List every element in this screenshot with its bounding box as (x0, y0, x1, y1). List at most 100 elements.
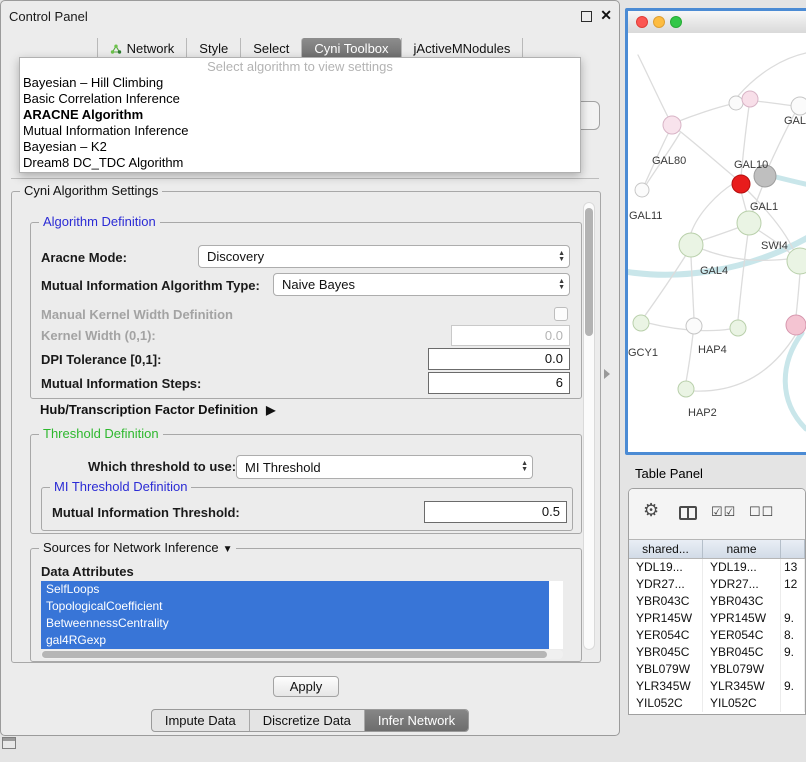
table-cell: YDL19... (629, 559, 703, 576)
data-attribute-gal4rgexp[interactable]: gal4RGexp (41, 632, 549, 649)
which-threshold-select[interactable]: MI Threshold ▲▼ (236, 455, 533, 479)
network-edge[interactable] (756, 101, 794, 106)
table-row[interactable]: YPR145WYPR145W9. (629, 610, 805, 627)
network-node[interactable] (635, 183, 649, 197)
tab-select[interactable]: Select (240, 38, 301, 59)
mi-steps-field[interactable]: 6 (428, 372, 570, 394)
algorithm-option-mutual-information-inference[interactable]: Mutual Information Inference (20, 123, 580, 139)
kernel-width-field[interactable]: 0.0 (451, 325, 570, 346)
algorithm-option-aracne-algorithm[interactable]: ARACNE Algorithm (20, 107, 580, 123)
float-window-icon[interactable] (581, 11, 592, 22)
network-edge[interactable] (785, 333, 806, 429)
algorithm-option-basic-correlation-inference[interactable]: Basic Correlation Inference (20, 91, 580, 107)
mi-algorithm-type-select[interactable]: Naive Bayes ▲▼ (273, 273, 570, 296)
network-edge[interactable] (796, 273, 800, 316)
data-attribute-selfloops[interactable]: SelfLoops (41, 581, 549, 598)
dpi-tolerance-field[interactable]: 0.0 (428, 348, 570, 370)
network-edge[interactable] (674, 104, 732, 123)
column-header-name[interactable]: name (703, 540, 781, 558)
data-attribute-topologicalcoefficient[interactable]: TopologicalCoefficient (41, 598, 549, 615)
settings-scrollbar-thumb[interactable] (585, 208, 593, 336)
bottom-tab-impute-data[interactable]: Impute Data (152, 710, 249, 731)
tab-label: Cyni Toolbox (314, 41, 388, 56)
network-node-gal10[interactable] (732, 175, 750, 193)
network-edge[interactable] (738, 233, 748, 320)
network-edge[interactable] (691, 257, 694, 319)
deselect-all-checkboxes-icon[interactable]: ☐☐ (749, 504, 774, 520)
network-window-titlebar[interactable] (628, 11, 806, 34)
network-node-gcy1[interactable] (633, 315, 649, 331)
window-title: Control Panel (9, 9, 88, 24)
network-node-hap2[interactable] (678, 381, 694, 397)
column-header-shared[interactable]: shared... (629, 540, 703, 558)
network-edge[interactable] (672, 125, 738, 180)
close-icon[interactable]: ✕ (600, 7, 612, 24)
threshold-definition-legend: Threshold Definition (39, 426, 163, 441)
table-row[interactable]: YIL052CYIL052C (629, 695, 805, 712)
network-edge[interactable] (686, 334, 693, 382)
network-node[interactable] (786, 315, 806, 335)
manual-kernel-checkbox[interactable] (554, 307, 568, 321)
table-body: YDL19...YDL19...13YDR27...YDR27...12YBR0… (629, 559, 805, 714)
network-node-gal1[interactable] (737, 211, 761, 235)
columns-icon[interactable] (679, 506, 697, 520)
table-row[interactable]: YDR27...YDR27...12 (629, 576, 805, 593)
tab-network[interactable]: Network (97, 38, 187, 59)
network-canvas[interactable]: GAL80GAL10GAL11GAL1SWI4GAL4GCY1HAP4HAP2G… (628, 33, 806, 452)
docked-panel-icon[interactable] (2, 737, 16, 749)
network-edge[interactable] (644, 255, 686, 317)
bottom-tab-segment: Impute DataDiscretize DataInfer Network (151, 709, 469, 732)
sources-legend[interactable]: Sources for Network Inference▼ (39, 540, 236, 555)
network-node[interactable] (730, 320, 746, 336)
table-cell: YDL19... (703, 559, 781, 576)
panel-splitter-handle[interactable] (604, 369, 610, 379)
node-label-gal: GAL (784, 115, 806, 127)
aracne-mode-select[interactable]: Discovery ▲▼ (198, 245, 570, 268)
algorithm-option-bayesian-hill-climbing[interactable]: Bayesian – Hill Climbing (20, 75, 580, 91)
minimize-traffic-light-icon[interactable] (653, 16, 665, 28)
zoom-traffic-light-icon[interactable] (670, 16, 682, 28)
attributes-hscrollbar[interactable] (41, 650, 563, 659)
apply-button[interactable]: Apply (273, 676, 339, 697)
table-row[interactable]: YER054CYER054C8. (629, 627, 805, 644)
algorithm-option-bayesian-k2[interactable]: Bayesian – K2 (20, 139, 580, 155)
bottom-tab-infer-network[interactable]: Infer Network (364, 710, 468, 731)
mi-threshold-group: MI Threshold Definition Mutual Informati… (41, 487, 573, 531)
hub-tf-section-toggle[interactable]: Hub/Transcription Factor Definition ▶ (40, 402, 275, 417)
column-header-extra[interactable] (781, 540, 805, 558)
network-edge[interactable] (694, 334, 796, 391)
node-label-hap2: HAP2 (688, 407, 717, 419)
data-attribute-betweennesscentrality[interactable]: BetweennessCentrality (41, 615, 549, 632)
gear-icon[interactable]: ⚙ (643, 500, 659, 521)
network-edge[interactable] (691, 183, 734, 233)
tab-cyni-toolbox[interactable]: Cyni Toolbox (301, 38, 400, 59)
network-node[interactable] (729, 96, 743, 110)
mi-steps-label: Mutual Information Steps: (41, 376, 201, 391)
close-traffic-light-icon[interactable] (636, 16, 648, 28)
algorithm-option-dream8-dc-tdc-algorithm[interactable]: Dream8 DC_TDC Algorithm (20, 155, 580, 171)
mi-threshold-field[interactable]: 0.5 (424, 501, 567, 523)
tab-style[interactable]: Style (186, 38, 240, 59)
network-edge[interactable] (776, 177, 806, 185)
network-node-gal4[interactable] (679, 233, 703, 257)
network-node[interactable] (742, 91, 758, 107)
network-node-gal80[interactable] (663, 116, 681, 134)
select-all-checkboxes-icon[interactable]: ☑☑ (711, 504, 736, 520)
network-node-hap4[interactable] (686, 318, 702, 334)
network-edge[interactable] (638, 55, 668, 117)
network-node[interactable] (791, 97, 806, 115)
attributes-hscrollbar-thumb[interactable] (42, 651, 547, 658)
table-row[interactable]: YLR345WYLR345W9. (629, 678, 805, 695)
network-edge[interactable] (700, 227, 740, 241)
table-row[interactable]: YDL19...YDL19...13 (629, 559, 805, 576)
node-label-gal10: GAL10 (734, 159, 768, 171)
table-row[interactable]: YBR043CYBR043C (629, 593, 805, 610)
node-label-gal11: GAL11 (629, 210, 662, 222)
bottom-tab-discretize-data[interactable]: Discretize Data (249, 710, 364, 731)
table-row[interactable]: YBR045CYBR045C9. (629, 644, 805, 661)
network-edge[interactable] (738, 53, 806, 96)
settings-scrollbar[interactable] (583, 202, 595, 650)
network-node-swi4[interactable] (787, 248, 806, 274)
table-row[interactable]: YBL079WYBL079W (629, 661, 805, 678)
tab-jactivemnodules[interactable]: jActiveMNodules (401, 38, 524, 59)
